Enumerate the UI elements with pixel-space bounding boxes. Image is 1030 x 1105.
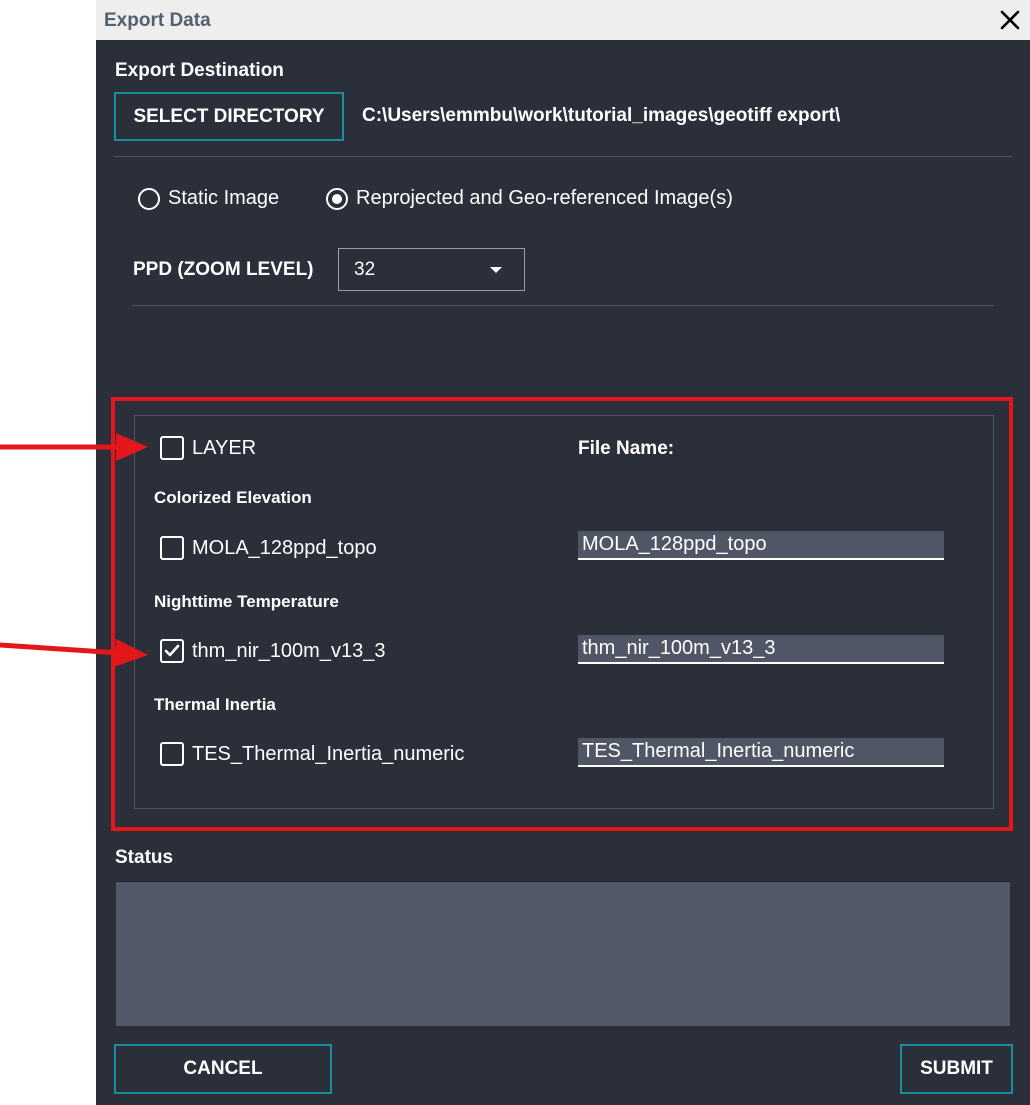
checkbox[interactable] [160,639,184,663]
select-directory-button[interactable]: SELECT DIRECTORY [114,92,344,141]
checkbox[interactable] [160,436,184,460]
group-heading-colorized-elevation: Colorized Elevation [154,488,312,507]
divider [132,305,994,306]
close-icon[interactable] [998,8,1022,32]
divider [114,156,1012,157]
layer-name: TES_Thermal_Inertia_numeric [192,742,465,765]
screenshot-stage: Export Data Export Destination SELECT DI… [0,0,1030,1105]
directory-path: C:\Users\emmbu\work\tutorial_images\geot… [362,105,841,126]
layer-select-all-checkbox[interactable]: LAYER [160,436,256,460]
ppd-select[interactable]: 32 [338,248,525,291]
layer-checkbox-mola[interactable]: MOLA_128ppd_topo [160,536,377,560]
ppd-label: PPD (ZOOM LEVEL) [133,259,314,280]
file-name-input-tes[interactable] [578,738,944,767]
file-name-input-thm-nir[interactable] [578,635,944,664]
dialog-title: Export Data [104,10,211,31]
checkbox-label: LAYER [192,436,257,459]
checkbox[interactable] [160,742,184,766]
status-output [114,879,1012,1028]
group-heading-nighttime-temperature: Nighttime Temperature [154,592,339,611]
export-data-dialog: Export Data Export Destination SELECT DI… [96,0,1030,1105]
radio-static-image[interactable]: Static Image [138,187,279,210]
checkmark-icon [164,644,180,657]
layer-checkbox-tes[interactable]: TES_Thermal_Inertia_numeric [160,742,464,766]
file-name-header: File Name: [578,438,675,459]
checkbox[interactable] [160,536,184,560]
chevron-down-icon [490,267,502,273]
radio-label: Static Image [168,187,280,209]
radio-reprojected-image[interactable]: Reprojected and Geo-referenced Image(s) [326,187,733,210]
radio-label: Reprojected and Geo-referenced Image(s) [356,187,733,209]
layer-name: thm_nir_100m_v13_3 [192,639,386,662]
layer-name: MOLA_128ppd_topo [192,536,377,559]
file-name-input-mola[interactable] [578,531,944,560]
radio-button[interactable] [138,187,160,210]
layer-selection-panel: LAYER File Name: Colorized Elevation MOL… [134,415,994,809]
cancel-button[interactable]: CANCEL [114,1044,332,1094]
submit-button[interactable]: SUBMIT [900,1044,1013,1094]
group-heading-thermal-inertia: Thermal Inertia [154,695,276,714]
layer-checkbox-thm-nir[interactable]: thm_nir_100m_v13_3 [160,639,385,663]
dialog-titlebar: Export Data [96,0,1030,40]
status-label: Status [115,847,174,868]
radio-button[interactable] [326,187,348,210]
export-destination-label: Export Destination [115,60,284,81]
ppd-select-value: 32 [354,259,376,280]
